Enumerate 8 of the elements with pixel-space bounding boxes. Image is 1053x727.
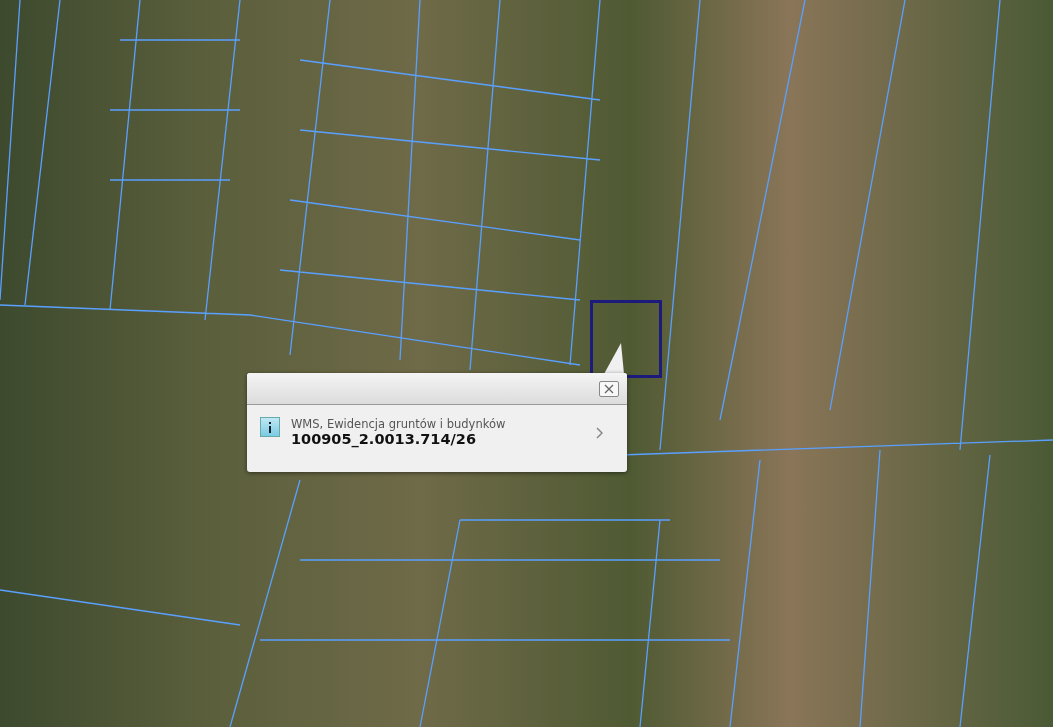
aerial-map-photo[interactable]: WMS, Ewidencja gruntów i budynków 100905_2.0013.714/26: [0, 0, 1053, 727]
close-icon: [604, 383, 614, 394]
info-icon: [260, 417, 280, 437]
close-button[interactable]: [599, 380, 619, 397]
popup-pointer: [603, 343, 625, 375]
chevron-right-icon[interactable]: [596, 427, 603, 439]
layer-source: WMS, Ewidencja gruntów i budynków: [291, 417, 507, 431]
parcel-id: 100905_2.0013.714/26: [291, 431, 477, 447]
